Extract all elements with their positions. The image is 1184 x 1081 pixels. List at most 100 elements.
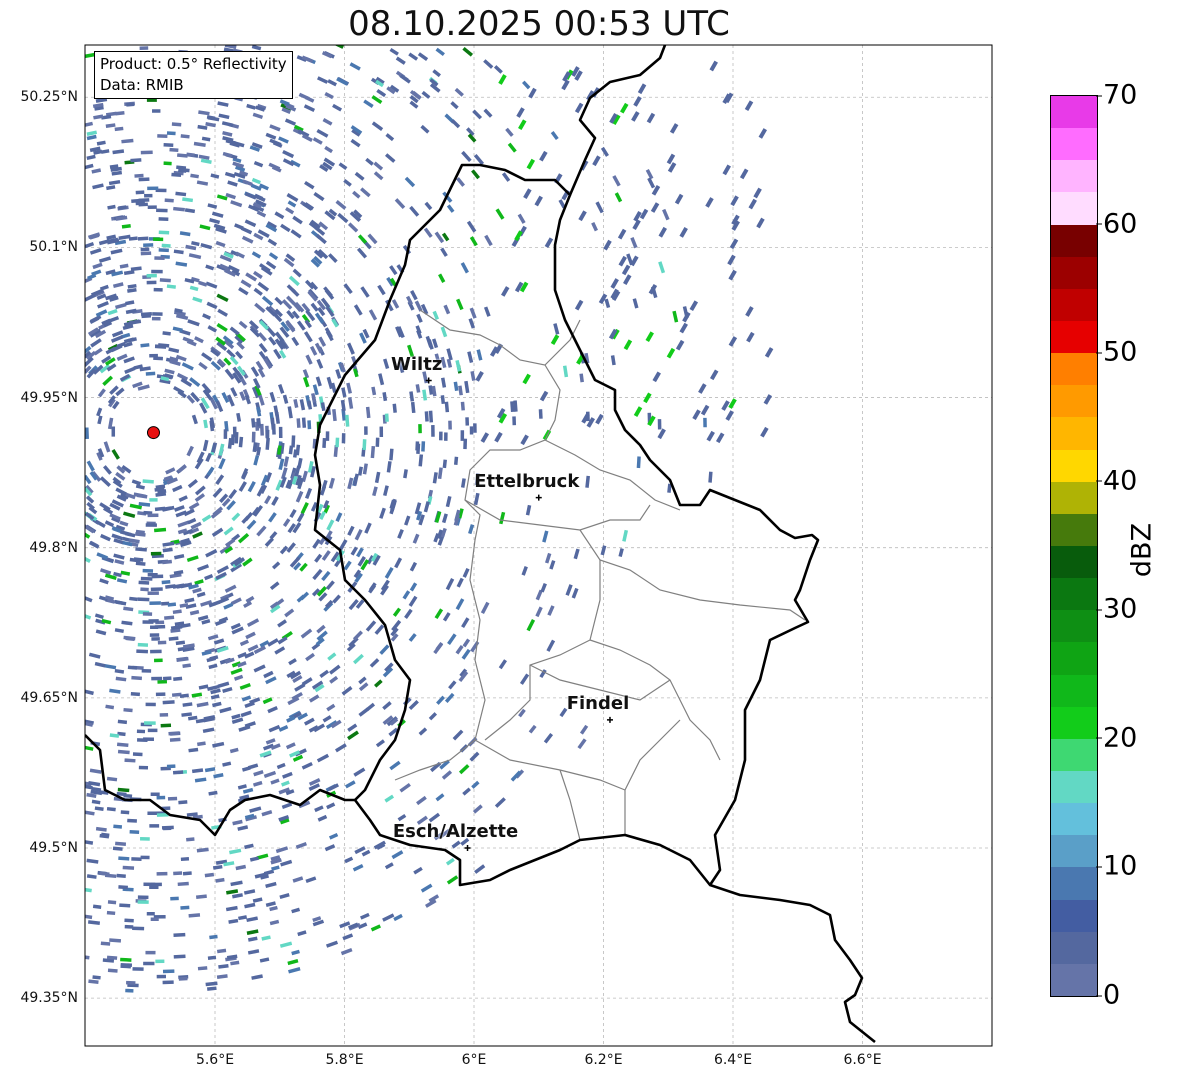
echo-cell (173, 676, 183, 682)
colorbar-tick-label: 60 (1095, 208, 1138, 240)
echo-cell (441, 770, 453, 780)
echo-cell (374, 679, 383, 688)
echo-cell (322, 118, 333, 126)
echo-cell (291, 435, 296, 448)
echo-cell (88, 979, 99, 984)
echo-cell (471, 169, 481, 180)
echo-cell (466, 220, 477, 233)
echo-cell (237, 784, 247, 790)
echo-cell (474, 864, 486, 874)
echo-cell (105, 704, 115, 710)
echo-cell (307, 400, 313, 410)
echo-cell (130, 692, 141, 697)
echo-cell (386, 461, 392, 473)
echo-cell (371, 386, 377, 396)
echo-cell (728, 398, 737, 409)
echo-cell (402, 590, 411, 600)
echo-cell (284, 118, 297, 126)
echo-cell (162, 676, 172, 681)
echo-cell (421, 441, 426, 452)
colorbar-bin (1051, 160, 1097, 193)
echo-cell (315, 376, 322, 387)
echo-cell (294, 683, 306, 692)
echo-cell (191, 692, 203, 698)
echo-cell (418, 727, 428, 736)
echo-cell (226, 889, 239, 895)
echo-cell (327, 652, 337, 661)
echo-cell (286, 284, 296, 294)
echo-cell (85, 52, 95, 59)
echo-cell (115, 111, 125, 116)
echo-cell (256, 525, 267, 537)
echo-cell (591, 221, 598, 232)
echo-cell (177, 464, 187, 474)
echo-cell (326, 703, 336, 712)
echo-cell (251, 974, 263, 980)
echo-cell (324, 145, 333, 154)
echo-cell (143, 961, 155, 966)
echo-cell (149, 824, 160, 828)
colorbar-bin (1051, 224, 1097, 257)
echo-cell (238, 320, 248, 329)
echo-cell (150, 625, 159, 629)
echo-cell (187, 517, 197, 525)
echo-cell (431, 385, 437, 397)
echo-cell (592, 155, 601, 167)
echo-cell (763, 394, 773, 405)
echo-cell (375, 437, 380, 447)
radar-site-marker (146, 426, 160, 440)
echo-cell (618, 548, 624, 557)
echo-cell (645, 331, 654, 342)
echo-cell (141, 669, 152, 673)
echo-cell (197, 741, 206, 747)
echo-cell (265, 429, 270, 439)
echo-cell (526, 158, 536, 170)
echo-cell (143, 243, 154, 248)
echo-cell (282, 518, 291, 527)
lon-tick-label: 5.6°E (195, 1052, 235, 1068)
echo-cell (412, 533, 420, 544)
echo-cell (456, 298, 464, 311)
echo-cell (117, 787, 130, 793)
echo-cell (636, 456, 641, 469)
colorbar-bin (1051, 385, 1097, 418)
echo-cell (236, 412, 242, 422)
echo-cell (251, 431, 256, 443)
echo-cell (99, 284, 109, 291)
echo-cell (203, 419, 208, 429)
echo-cell (251, 418, 256, 428)
echo-cell (353, 368, 359, 378)
echo-cell (149, 601, 161, 606)
echo-cell (483, 306, 491, 317)
echo-cell (288, 966, 301, 974)
radar-map[interactable] (0, 0, 1184, 1081)
colorbar-bin (1051, 192, 1097, 225)
echo-cell (150, 587, 163, 592)
echo-cell (215, 571, 227, 580)
echo-cell (447, 633, 457, 646)
echo-cell (198, 684, 209, 690)
echo-cell (92, 183, 104, 190)
echo-cell (397, 529, 404, 539)
city-label: Esch/Alzette (392, 821, 519, 842)
echo-cell (147, 205, 157, 209)
echo-cell (164, 615, 175, 620)
echo-cell (109, 688, 121, 694)
echo-cell (107, 900, 117, 905)
echo-cell (296, 320, 306, 331)
echo-cell (399, 74, 411, 84)
echo-cell (99, 568, 112, 575)
echo-cell (354, 528, 363, 541)
echo-cell (226, 349, 236, 359)
echo-cell (201, 136, 211, 142)
echo-cell (88, 540, 100, 549)
echo-cell (546, 639, 556, 652)
echo-cell (521, 566, 528, 576)
echo-cell (462, 787, 471, 796)
echo-cell (404, 515, 411, 526)
echo-cell (137, 597, 150, 602)
echo-cell (279, 941, 293, 948)
echo-cell (124, 924, 134, 929)
echo-cell (350, 138, 361, 148)
echo-cell (446, 348, 453, 361)
